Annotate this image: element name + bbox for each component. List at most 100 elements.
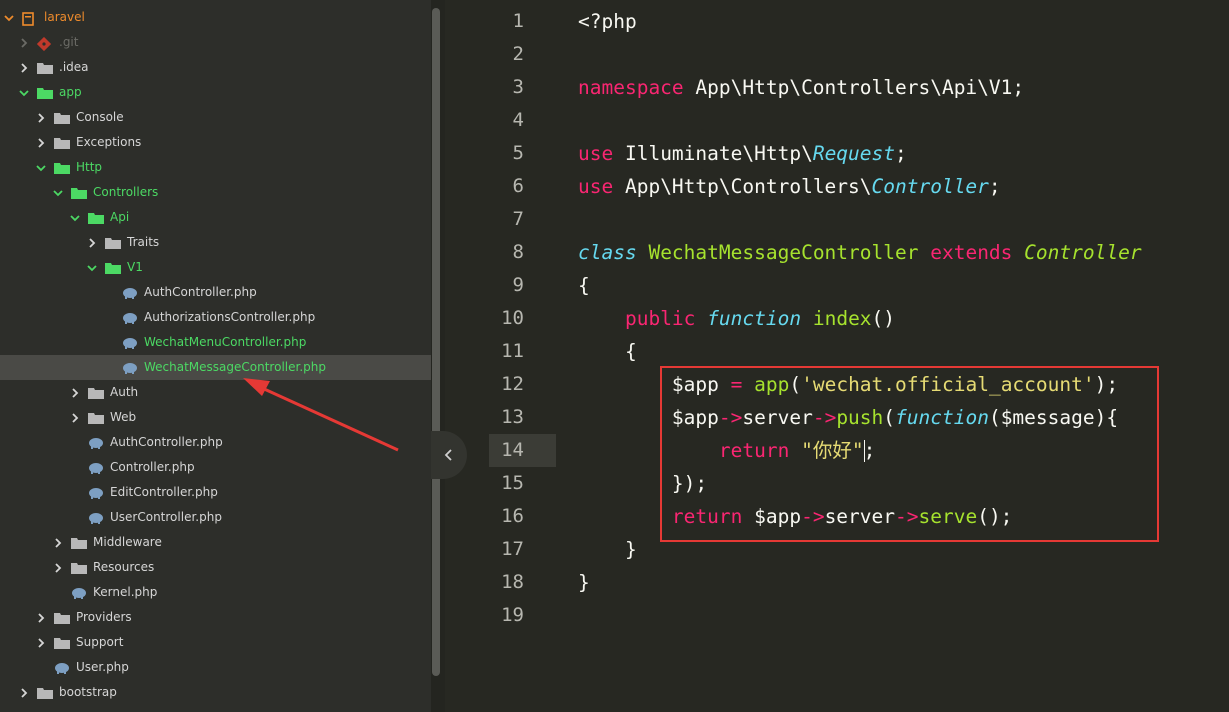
project-sidebar: laravel .git .idea app Console Exception… [0, 0, 431, 712]
folder-icon [54, 637, 70, 649]
code-line-11[interactable]: { [578, 335, 637, 368]
tree-folder-api[interactable]: Api [0, 205, 431, 230]
chevron-right-icon[interactable] [36, 137, 46, 148]
code-line-15[interactable]: }); [578, 467, 707, 500]
php-elephant-icon [122, 362, 138, 374]
chevron-right-icon[interactable] [53, 537, 63, 548]
chevron-right-icon[interactable] [36, 612, 46, 623]
tree-label: Resources [93, 560, 155, 574]
folder-icon [88, 387, 104, 399]
tree-file-authorizationscontroller[interactable]: AuthorizationsController.php [0, 305, 431, 330]
line-number: 12 [501, 373, 524, 395]
chevron-right-icon[interactable] [19, 62, 29, 73]
tree-folder-middleware[interactable]: Middleware [0, 530, 431, 555]
code-line-12[interactable]: $app = app('wechat.official_account'); [578, 368, 1118, 401]
chevron-down-icon[interactable] [70, 213, 80, 223]
chevron-down-icon[interactable] [36, 163, 46, 173]
tree-folder-v1[interactable]: V1 [0, 255, 431, 280]
code-line-13[interactable]: $app->server->push(function($message){ [578, 401, 1118, 434]
code-line-14[interactable]: return "你好"; [578, 434, 875, 467]
function-call: app [754, 373, 790, 396]
chevron-right-icon[interactable] [87, 237, 97, 248]
folder-open-icon [54, 162, 70, 174]
folder-icon [54, 112, 70, 124]
tree-folder-web[interactable]: Web [0, 405, 431, 430]
line-number: 3 [512, 76, 524, 98]
paren-end: ); [1094, 373, 1119, 396]
tree-file-user[interactable]: User.php [0, 655, 431, 680]
php-elephant-icon [122, 312, 138, 324]
line-number: 2 [512, 43, 524, 65]
tree-folder-bootstrap[interactable]: bootstrap [0, 680, 431, 705]
tree-file-wechatmenucontroller[interactable]: WechatMenuController.php [0, 330, 431, 355]
chevron-right-icon[interactable] [70, 412, 80, 423]
tree-folder-idea[interactable]: .idea [0, 55, 431, 80]
tree-folder-support[interactable]: Support [0, 630, 431, 655]
line-number: 9 [512, 274, 524, 296]
chevron-right-icon[interactable] [36, 112, 46, 123]
parens-end: (); [977, 505, 1013, 528]
keyword-return: return [671, 505, 743, 528]
keyword-use: use [578, 142, 614, 165]
chevron-right-icon[interactable] [53, 562, 63, 573]
use-class: Controller [871, 175, 989, 198]
code-line-1[interactable]: <?php [578, 5, 637, 38]
code-line-18[interactable]: } [578, 566, 590, 599]
tree-folder-laravel[interactable]: laravel [0, 5, 431, 30]
brace: } [624, 538, 637, 561]
chevron-right-icon[interactable] [19, 687, 29, 698]
chevron-down-icon[interactable] [4, 13, 14, 23]
code-line-3[interactable]: namespace App\Http\Controllers\Api\V1; [578, 71, 1024, 104]
semicolon: ; [895, 142, 907, 165]
chevron-right-icon[interactable] [19, 37, 29, 48]
paren: ( [883, 406, 896, 429]
chevron-down-icon[interactable] [87, 263, 97, 273]
sidebar-scrollbar-thumb[interactable] [432, 8, 440, 676]
tree-file-authcontroller-root[interactable]: AuthController.php [0, 430, 431, 455]
tree-file-kernel[interactable]: Kernel.php [0, 580, 431, 605]
tree-folder-app[interactable]: app [0, 80, 431, 105]
code-line-17[interactable]: } [578, 533, 637, 566]
keyword-function: function [895, 406, 989, 429]
tree-folder-controllers[interactable]: Controllers [0, 180, 431, 205]
tree-file-usercontroller[interactable]: UserController.php [0, 505, 431, 530]
php-elephant-icon [88, 512, 104, 524]
folder-icon [54, 137, 70, 149]
git-icon [36, 36, 53, 51]
tree-file-editcontroller[interactable]: EditController.php [0, 480, 431, 505]
tree-label: Exceptions [76, 135, 142, 149]
tree-folder-http[interactable]: Http [0, 155, 431, 180]
tree-folder-auth[interactable]: Auth [0, 380, 431, 405]
tree-label: Api [110, 210, 130, 224]
chevron-left-icon [444, 446, 454, 465]
code-line-10[interactable]: public function index() [578, 302, 895, 335]
tree-folder-git[interactable]: .git [0, 30, 431, 55]
tree-folder-traits[interactable]: Traits [0, 230, 431, 255]
folder-icon [71, 537, 87, 549]
tree-label: Support [76, 635, 124, 649]
tree-folder-resources[interactable]: Resources [0, 555, 431, 580]
tree-file-controller[interactable]: Controller.php [0, 455, 431, 480]
tree-folder-providers[interactable]: Providers [0, 605, 431, 630]
chevron-right-icon[interactable] [70, 387, 80, 398]
code-line-9[interactable]: { [578, 269, 590, 302]
tree-label: AuthController.php [144, 285, 257, 299]
tree-label: EditController.php [110, 485, 218, 499]
chevron-down-icon[interactable] [19, 88, 29, 98]
method-name: index [812, 307, 872, 330]
code-line-5[interactable]: use Illuminate\Http\Request; [578, 137, 907, 170]
tree-folder-console[interactable]: Console [0, 105, 431, 130]
tree-folder-exceptions[interactable]: Exceptions [0, 130, 431, 155]
class-name: WechatMessageController [648, 241, 919, 264]
php-open-tag: <?php [578, 10, 637, 33]
tree-label: WechatMenuController.php [144, 335, 307, 349]
tree-label: Middleware [93, 535, 162, 549]
tree-label: Console [76, 110, 124, 124]
chevron-down-icon[interactable] [53, 188, 63, 198]
code-line-8[interactable]: class WechatMessageController extends Co… [578, 236, 1142, 269]
tree-file-authcontroller[interactable]: AuthController.php [0, 280, 431, 305]
chevron-right-icon[interactable] [36, 637, 46, 648]
code-line-16[interactable]: return $app->server->serve(); [578, 500, 1013, 533]
code-line-6[interactable]: use App\Http\Controllers\Controller; [578, 170, 1001, 203]
tree-file-wechatmessagecontroller[interactable]: WechatMessageController.php [0, 355, 431, 380]
